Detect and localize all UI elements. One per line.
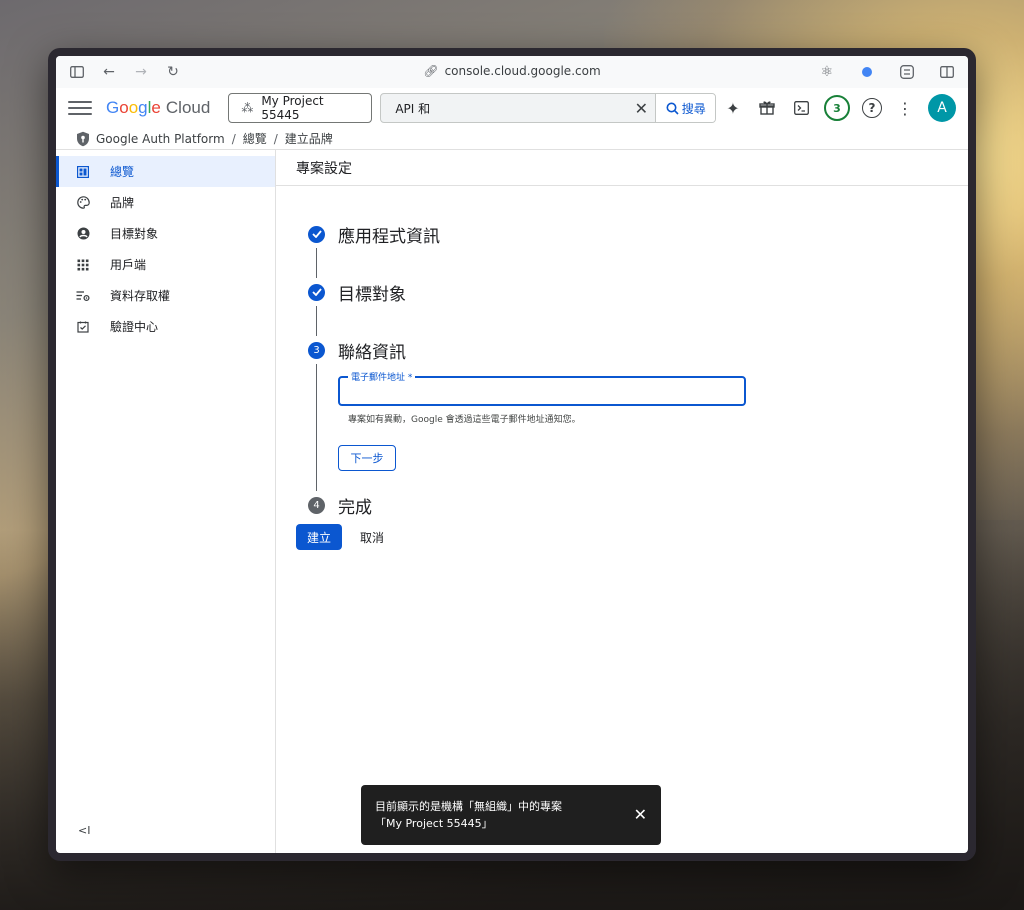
project-nodes-icon: ⁂ — [241, 101, 254, 115]
sidebar-item-data-access[interactable]: 資料存取權 — [56, 280, 275, 311]
menu-icon[interactable] — [68, 96, 92, 120]
help-icon[interactable]: ? — [862, 98, 882, 118]
sidebar-item-label: 驗證中心 — [110, 320, 159, 334]
breadcrumb-item-create-brand: 建立品牌 — [284, 132, 333, 146]
cloud-shell-icon[interactable] — [790, 97, 812, 119]
logo-suffix: Cloud — [165, 98, 211, 117]
palette-icon — [76, 196, 90, 210]
page-title: 專案設定 — [276, 150, 968, 186]
notifications-badge[interactable]: 3 — [824, 95, 850, 121]
browser-window: ← → ↻ 🔗︎ console.cloud.google.com ⚛ Goog… — [48, 48, 976, 861]
breadcrumb-separator: / — [231, 131, 236, 146]
dashboard-icon — [76, 165, 90, 179]
browser-toolbar: ← → ↻ 🔗︎ console.cloud.google.com ⚛ — [56, 56, 968, 88]
search-icon — [666, 102, 679, 115]
snackbar-line: 目前顯示的是機構「無組織」中的專案 — [375, 799, 562, 813]
next-button[interactable]: 下一步 — [338, 445, 396, 471]
step-app-info[interactable]: 應用程式資訊 — [308, 220, 908, 248]
form-actions: 建立 取消 — [296, 524, 384, 550]
collapse-sidebar-button[interactable]: <I — [78, 824, 90, 837]
check-icon — [308, 283, 325, 301]
url-text: console.cloud.google.com — [444, 64, 601, 78]
sidebar-item-label: 資料存取權 — [110, 289, 171, 303]
sidebar-item-label: 總覽 — [110, 165, 135, 179]
link-icon: 🔗︎ — [423, 64, 439, 78]
breadcrumb-item-overview[interactable]: 總覽 — [243, 130, 267, 147]
email-field-label: 電子郵件地址 * — [348, 370, 416, 383]
step-title: 應用程式資訊 — [338, 226, 440, 247]
search-input[interactable] — [381, 94, 628, 122]
search-button[interactable]: 搜尋 — [655, 94, 716, 122]
content-panel: 專案設定 應用程式資訊 目標對象 3 聯絡資訊 電子郵件地址 * 專案如有異動，… — [276, 150, 968, 853]
google-cloud-logo[interactable]: Google Cloud — [106, 98, 210, 118]
step-contact-info[interactable]: 3 聯絡資訊 — [308, 336, 908, 364]
stepper: 應用程式資訊 目標對象 3 聯絡資訊 電子郵件地址 * 專案如有異動，Googl… — [308, 220, 908, 519]
step-number: 3 — [308, 341, 325, 359]
avatar[interactable]: A — [928, 94, 956, 122]
step-title: 完成 — [338, 497, 372, 518]
sidebar: 總覽 品牌 目標對象 用戶端 資料存取權 驗證中心 <I — [56, 150, 276, 853]
browser-screen: ← → ↻ 🔗︎ console.cloud.google.com ⚛ Goog… — [56, 56, 968, 853]
step-number: 4 — [308, 496, 325, 514]
breadcrumb-separator: / — [273, 131, 278, 146]
email-field: 電子郵件地址 * — [338, 370, 746, 406]
step-title: 目標對象 — [338, 284, 406, 305]
sidebar-item-label: 用戶端 — [110, 258, 147, 272]
shield-icon — [77, 131, 89, 146]
search-bar: ✕ 搜尋 — [380, 93, 717, 123]
search-button-label: 搜尋 — [681, 101, 706, 116]
person-icon — [76, 227, 90, 241]
logo-letter: G — [106, 98, 120, 117]
sidebar-item-overview[interactable]: 總覽 — [56, 156, 275, 187]
project-label: My Project 55445 — [261, 94, 324, 122]
step-finish[interactable]: 4 完成 — [308, 491, 908, 519]
gift-icon[interactable] — [756, 97, 778, 119]
step-connector — [316, 248, 317, 278]
sidebar-item-verification[interactable]: 驗證中心 — [56, 311, 275, 342]
snackbar: 目前顯示的是機構「無組織」中的專案 「My Project 55445」 ✕ — [361, 785, 661, 845]
apps-icon — [76, 258, 90, 272]
logo-letter: e — [151, 98, 161, 117]
step-title: 聯絡資訊 — [338, 342, 406, 363]
cancel-button[interactable]: 取消 — [360, 529, 384, 546]
close-icon[interactable]: ✕ — [634, 803, 647, 828]
snackbar-line: 「My Project 55445」 — [375, 817, 493, 830]
step-connector — [316, 306, 317, 336]
step-audience[interactable]: 目標對象 — [308, 278, 908, 306]
clear-icon[interactable]: ✕ — [627, 94, 655, 122]
address-bar[interactable]: 🔗︎ console.cloud.google.com — [56, 64, 968, 78]
gemini-spark-icon[interactable]: ✦ — [722, 97, 744, 119]
sidebar-item-brand[interactable]: 品牌 — [56, 187, 275, 218]
sidebar-item-label: 品牌 — [110, 196, 135, 210]
more-options-icon[interactable]: ⋮ — [894, 97, 916, 119]
data-access-icon — [76, 289, 90, 303]
create-button[interactable]: 建立 — [296, 524, 342, 550]
sidebar-item-label: 目標對象 — [110, 227, 159, 241]
logo-letter: g — [138, 98, 148, 117]
sidebar-item-clients[interactable]: 用戶端 — [56, 249, 275, 280]
logo-letter: o — [119, 98, 129, 117]
check-icon — [308, 225, 325, 243]
sidebar-item-audience[interactable]: 目標對象 — [56, 218, 275, 249]
contact-info-section: 電子郵件地址 * 專案如有異動，Google 會透過這些電子郵件地址通知您。 下… — [316, 364, 908, 491]
snackbar-message: 目前顯示的是機構「無組織」中的專案 「My Project 55445」 — [375, 798, 622, 832]
logo-letter: o — [128, 98, 139, 117]
email-hint: 專案如有異動，Google 會透過這些電子郵件地址通知您。 — [348, 415, 581, 425]
breadcrumb-item-platform[interactable]: Google Auth Platform — [96, 132, 225, 146]
breadcrumb: Google Auth Platform / 總覽 / 建立品牌 — [56, 128, 968, 150]
project-picker-button[interactable]: ⁂ My Project 55445 — [228, 93, 373, 123]
verification-icon — [76, 320, 90, 334]
console-topbar: GoogleCloud ⁂ My Project 55445 ✕ 搜尋 ✦ — [56, 88, 968, 128]
